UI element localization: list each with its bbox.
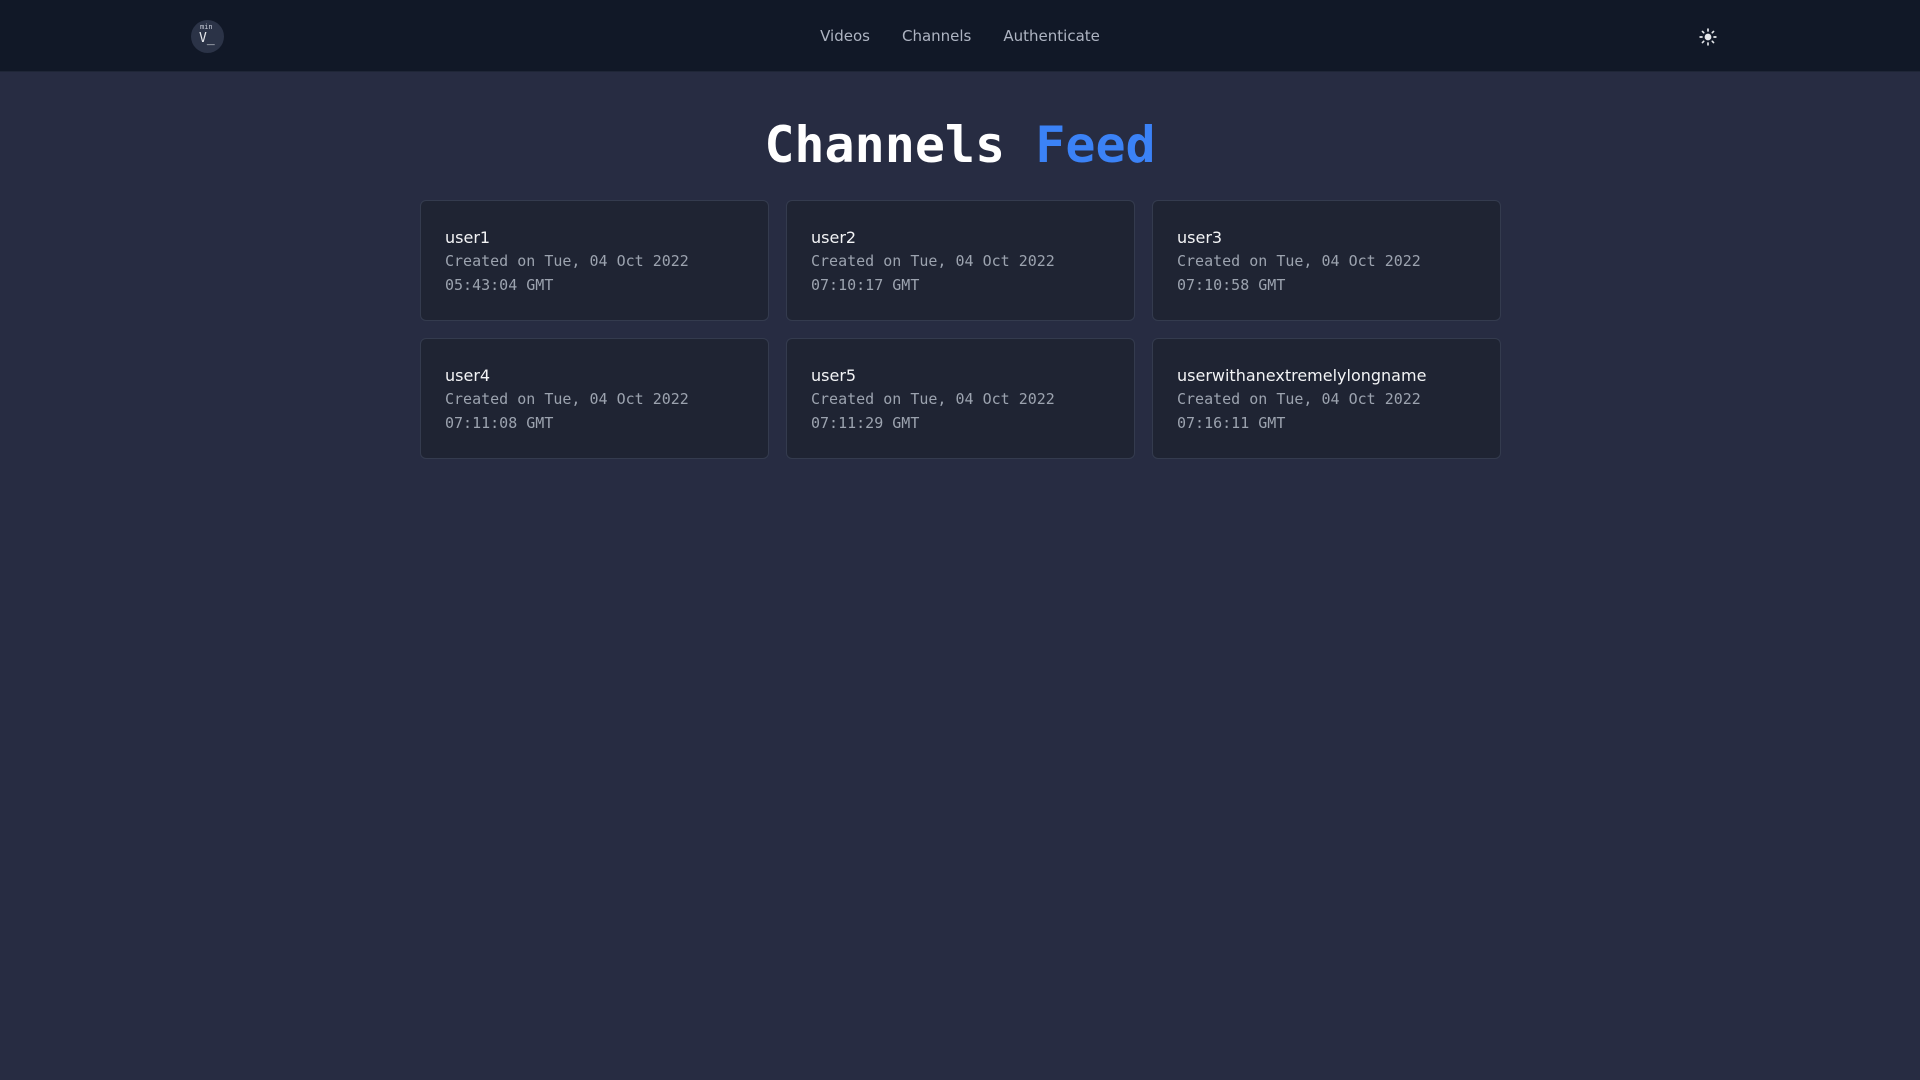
channel-name: user4 xyxy=(445,366,491,385)
channel-created-date: Created on Tue, 04 Oct 2022 07:10:17 GMT xyxy=(811,252,1055,294)
logo-superscript: min xyxy=(200,23,213,31)
page-title-accent: Feed xyxy=(1035,116,1156,174)
channel-name: user1 xyxy=(445,228,491,247)
channel-card[interactable]: user2 Created on Tue, 04 Oct 2022 07:10:… xyxy=(786,200,1135,321)
channel-name: user5 xyxy=(811,366,857,385)
channel-created-date: Created on Tue, 04 Oct 2022 07:11:29 GMT xyxy=(811,390,1055,432)
channel-grid: user1 Created on Tue, 04 Oct 2022 05:43:… xyxy=(420,200,1501,459)
page-title: Channels Feed xyxy=(0,114,1920,176)
channel-name: user3 xyxy=(1177,228,1223,247)
logo-text: V_ xyxy=(199,31,215,46)
theme-toggle-button[interactable] xyxy=(1696,25,1720,49)
channel-card[interactable]: user5 Created on Tue, 04 Oct 2022 07:11:… xyxy=(786,338,1135,459)
channel-name: user2 xyxy=(811,228,857,247)
nav-link-channels[interactable]: Channels xyxy=(902,27,971,45)
nav-links: Videos Channels Authenticate xyxy=(0,0,1920,71)
page-title-main: Channels xyxy=(764,116,1006,174)
channel-created-date: Created on Tue, 04 Oct 2022 07:11:08 GMT xyxy=(445,390,689,432)
channel-card[interactable]: user4 Created on Tue, 04 Oct 2022 07:11:… xyxy=(420,338,769,459)
channel-name: userwithanextremelylongname xyxy=(1177,366,1427,385)
channel-card[interactable]: user3 Created on Tue, 04 Oct 2022 07:10:… xyxy=(1152,200,1501,321)
channel-card[interactable]: userwithanextremelylongname Created on T… xyxy=(1152,338,1501,459)
logo[interactable]: min V_ xyxy=(191,20,224,53)
nav-link-authenticate[interactable]: Authenticate xyxy=(1003,27,1100,45)
channel-created-date: Created on Tue, 04 Oct 2022 07:10:58 GMT xyxy=(1177,252,1421,294)
sun-icon xyxy=(1699,28,1717,46)
nav-link-videos[interactable]: Videos xyxy=(820,27,870,45)
channel-created-date: Created on Tue, 04 Oct 2022 05:43:04 GMT xyxy=(445,252,689,294)
top-navbar: min V_ Videos Channels Authenticate xyxy=(0,0,1920,72)
channel-created-date: Created on Tue, 04 Oct 2022 07:16:11 GMT xyxy=(1177,390,1421,432)
channel-card[interactable]: user1 Created on Tue, 04 Oct 2022 05:43:… xyxy=(420,200,769,321)
